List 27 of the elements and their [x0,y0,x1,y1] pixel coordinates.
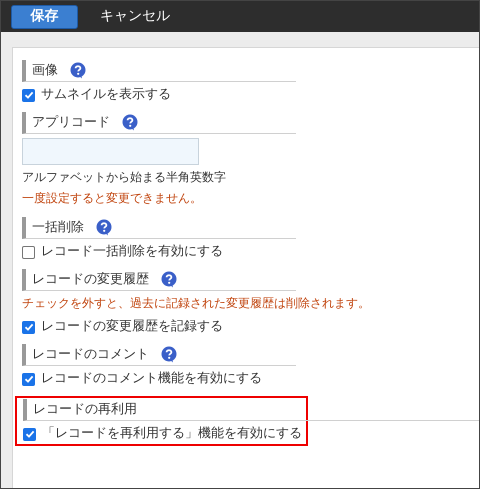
app-code-field[interactable] [22,138,199,165]
checkbox-label: レコードのコメント機能を有効にする [41,370,262,388]
cancel-button[interactable]: キャンセル [100,6,170,27]
warning-text: 一度設定すると変更できません。 [22,190,203,207]
help-icon[interactable] [96,219,112,236]
section-title: レコードの変更履歴 [32,270,149,289]
help-icon[interactable] [161,346,177,363]
section-title: レコードのコメント [32,346,149,364]
section-title: 画像 [32,62,58,80]
hint-text: アルファベットから始まる半角英数字 [22,169,227,186]
warning-text: チェックを外すと、過去に記録された変更履歴は削除されます。 [22,295,371,312]
checkbox-label: レコード一括削除を有効にする [41,243,223,261]
help-icon[interactable] [161,271,177,288]
checkbox[interactable] [22,246,35,258]
help-icon[interactable] [122,114,138,131]
section-title: 一括削除 [32,218,84,237]
checkbox-label: レコードの変更履歴を記録する [41,318,223,336]
checkbox[interactable] [23,428,36,440]
checkbox[interactable] [22,320,35,334]
checkbox-label: サムネイルを表示する [41,86,171,104]
save-button[interactable]: 保存 [11,4,78,28]
checkbox[interactable] [22,88,35,102]
section-title: レコードの再利用 [33,400,137,419]
help-icon[interactable] [70,62,86,79]
checkbox[interactable] [22,372,35,386]
checkbox-label: 「レコードを再利用する」機能を有効にする [42,425,302,443]
section-title: アプリコード [32,114,110,132]
